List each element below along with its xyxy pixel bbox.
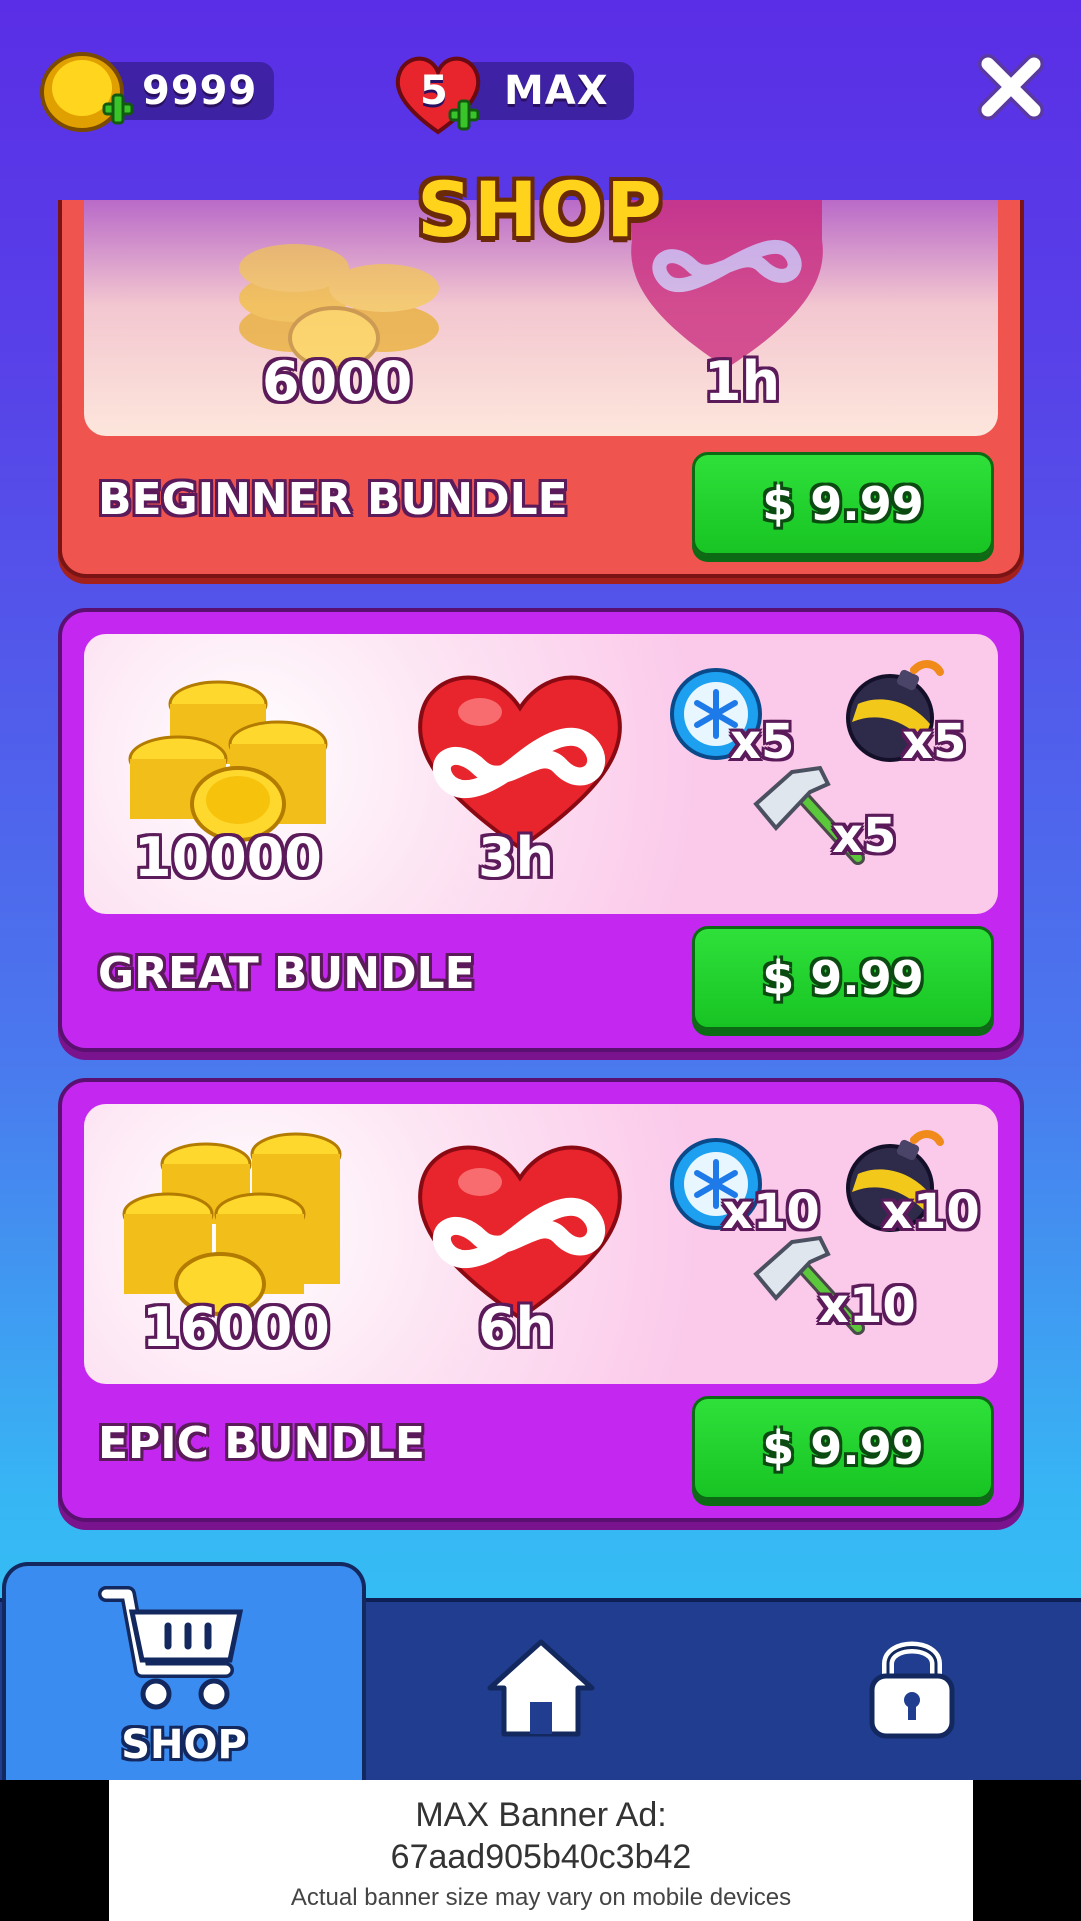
great-coins-amount: 10000 [134, 826, 322, 889]
nav-shop-label: SHOP [121, 1722, 247, 1768]
page-title: SHOP [417, 165, 664, 254]
lock-icon[interactable] [866, 1632, 958, 1740]
banner-ad[interactable]: MAX Banner Ad: 67aad905b40c3b42 Actual b… [109, 1780, 973, 1921]
coin-count: 9999 [142, 68, 258, 114]
epic-bundle-contents: 16000 6h x10 x10 x10 [84, 1104, 998, 1384]
great-bomb-qty: x5 [902, 714, 967, 770]
beginner-buy-button[interactable]: $ 9.99 [692, 452, 994, 556]
great-lives-duration: 3h [478, 826, 555, 889]
beginner-bundle-name: BEGINNER BUNDLE [98, 474, 568, 525]
infinite-heart-icon [418, 1145, 622, 1321]
epic-hammer-qty: x10 [818, 1278, 916, 1334]
epic-buy-button[interactable]: $ 9.99 [692, 1396, 994, 1500]
great-bundle-name: GREAT BUNDLE [98, 948, 475, 999]
cart-icon[interactable] [98, 1582, 248, 1718]
epic-price: $ 9.99 [762, 1421, 924, 1475]
coin-plus-icon[interactable] [38, 50, 138, 142]
beginner-bundle-card: 6000 1h BEGINNER BUNDLE $ 9.99 [58, 200, 1024, 578]
coin-stack-icon [122, 1132, 342, 1316]
great-hammer-qty: x5 [832, 808, 897, 864]
great-bundle-contents: 10000 3h x5 x5 x5 [84, 634, 998, 914]
lives-status: MAX [504, 68, 609, 114]
close-icon[interactable] [978, 54, 1044, 120]
epic-bundle-name: EPIC BUNDLE [98, 1418, 425, 1469]
epic-coins-amount: 16000 [142, 1296, 330, 1359]
ad-id: 67aad905b40c3b42 [390, 1838, 692, 1876]
infinite-heart-icon [418, 675, 622, 851]
beginner-lives-duration: 1h [704, 350, 781, 413]
epic-bomb-qty: x10 [882, 1184, 980, 1240]
ad-title: MAX Banner Ad: [415, 1796, 667, 1834]
epic-lives-duration: 6h [478, 1296, 555, 1359]
ad-disclaimer: Actual banner size may vary on mobile de… [290, 1884, 792, 1911]
beginner-coins-amount: 6000 [262, 350, 413, 413]
home-icon[interactable] [484, 1636, 598, 1740]
great-bundle-card: 10000 3h x5 x5 x5 GREAT BUNDLE $ 9.99 [58, 608, 1024, 1052]
beginner-price: $ 9.99 [762, 477, 924, 531]
lives-count: 5 [420, 68, 449, 114]
epic-bundle-card: 16000 6h x10 x10 x10 EPIC BUNDLE $ 9.99 [58, 1078, 1024, 1522]
great-buy-button[interactable]: $ 9.99 [692, 926, 994, 1030]
great-price: $ 9.99 [762, 951, 924, 1005]
